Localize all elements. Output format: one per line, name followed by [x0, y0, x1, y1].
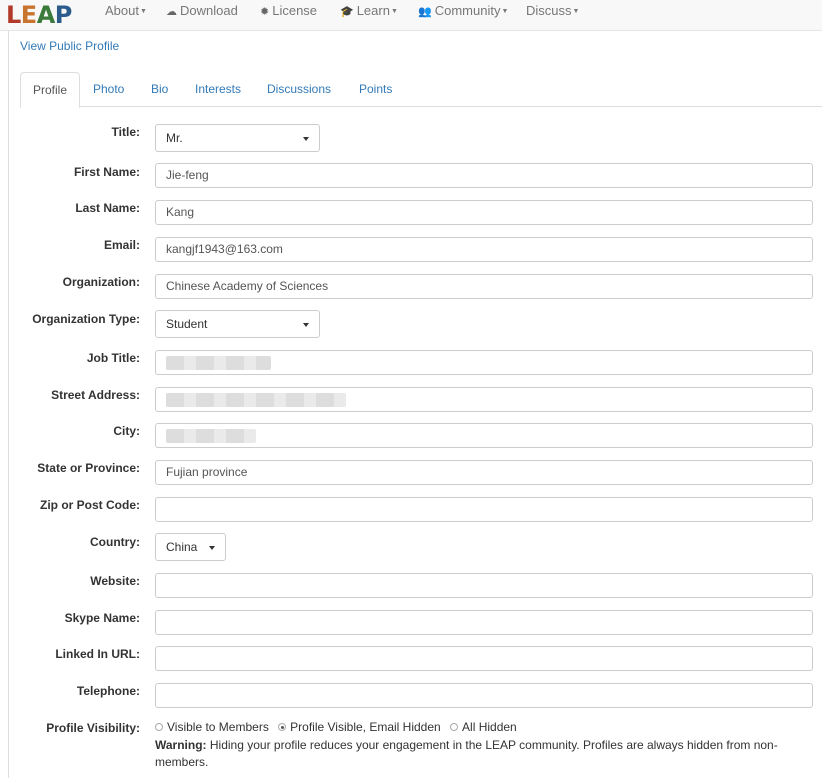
job-title-input[interactable]: [155, 350, 813, 375]
title-select-value: Mr.: [166, 131, 183, 145]
skype-input[interactable]: [155, 610, 813, 635]
telephone-label: Telephone:: [76, 684, 140, 698]
first-name-input[interactable]: Jie-feng: [155, 163, 813, 188]
tab-profile[interactable]: Profile: [20, 72, 81, 108]
visibility-option-members[interactable]: Visible to Members: [155, 720, 269, 734]
zip-label: Zip or Post Code:: [40, 498, 140, 512]
graduation-cap-icon: 🎓: [340, 6, 354, 18]
top-navbar: LEAP About▼ ☁ Download ✹ License 🎓 Learn▼ 👥…: [0, 0, 822, 31]
country-select-value: China: [166, 540, 198, 554]
street-address-label: Street Address:: [51, 388, 140, 402]
job-title-label: Job Title:: [86, 351, 140, 365]
zip-input[interactable]: [155, 497, 813, 522]
email-label: Email:: [103, 238, 140, 252]
nav-community[interactable]: 👥 Community▼: [418, 3, 508, 20]
title-select[interactable]: Mr.: [155, 124, 320, 152]
tab-interests[interactable]: Interests: [183, 72, 253, 107]
state-label: State or Province:: [37, 461, 140, 475]
linkedin-label: Linked In URL:: [55, 647, 140, 661]
visibility-option-all-hidden[interactable]: All Hidden: [450, 720, 517, 734]
skype-label: Skype Name:: [64, 611, 140, 625]
caret-down-icon: ▼: [139, 8, 147, 15]
radio-checked-icon: [278, 723, 287, 731]
website-input[interactable]: [155, 573, 813, 598]
profile-tabs: Profile Photo Bio Interests Discussions …: [20, 72, 822, 108]
logo-letter: P: [54, 1, 73, 29]
leap-logo[interactable]: LEAP: [6, 2, 72, 28]
logo-letter: E: [20, 1, 37, 29]
tab-discussions[interactable]: Discussions: [255, 72, 343, 107]
caret-down-icon: [209, 546, 215, 550]
website-label: Website:: [90, 574, 140, 588]
visibility-option-label: All Hidden: [462, 720, 517, 734]
content-left-border: [8, 31, 9, 778]
nav-license[interactable]: ✹ License: [260, 3, 317, 20]
nav-discuss[interactable]: Discuss▼: [526, 3, 579, 20]
nav-download-label: Download: [180, 3, 238, 18]
logo-letter: L: [6, 1, 21, 29]
title-label: Title:: [111, 125, 140, 139]
organization-type-select[interactable]: Student: [155, 310, 320, 338]
radio-icon: [450, 723, 459, 731]
redacted-text: [166, 355, 271, 370]
street-address-input[interactable]: [155, 387, 813, 412]
nav-license-label: License: [272, 3, 318, 18]
warning-title: Warning:: [155, 738, 207, 752]
logo-letter: A: [36, 1, 56, 29]
last-name-input[interactable]: Kang: [155, 200, 813, 225]
organization-type-label: Organization Type:: [32, 312, 140, 326]
nav-download[interactable]: ☁ Download: [166, 3, 238, 20]
profile-visibility-label: Profile Visibility:: [46, 721, 140, 735]
redacted-text: [166, 428, 256, 443]
linkedin-input[interactable]: [155, 646, 813, 671]
nav-learn[interactable]: 🎓 Learn▼: [340, 3, 398, 20]
visibility-option-label: Visible to Members: [167, 720, 269, 734]
tab-points[interactable]: Points: [347, 72, 404, 107]
telephone-input[interactable]: [155, 683, 813, 708]
caret-down-icon: ▼: [501, 8, 509, 15]
organization-type-value: Student: [166, 317, 208, 331]
nav-community-label: Community: [434, 3, 501, 18]
city-label: City:: [113, 424, 140, 438]
city-input[interactable]: [155, 423, 813, 448]
nav-discuss-label: Discuss: [526, 3, 572, 18]
country-label: Country:: [90, 535, 140, 549]
radio-icon: [155, 723, 163, 731]
view-public-profile-link[interactable]: View Public Profile: [20, 39, 119, 53]
users-icon: 👥: [418, 6, 432, 18]
tab-photo[interactable]: Photo: [81, 72, 136, 107]
country-select[interactable]: China: [155, 533, 226, 561]
email-input[interactable]: kangjf1943@163.com: [155, 237, 813, 262]
visibility-warning: Warning: Hiding your profile reduces you…: [155, 737, 805, 771]
redacted-text: [166, 392, 346, 407]
state-input[interactable]: Fujian province: [155, 460, 813, 485]
organization-input[interactable]: Chinese Academy of Sciences: [155, 274, 813, 299]
caret-down-icon: ▼: [572, 8, 580, 15]
nav-about-label: About: [105, 3, 139, 18]
last-name-label: Last Name:: [75, 201, 140, 215]
certificate-icon: ✹: [260, 6, 270, 18]
cloud-download-icon: ☁: [166, 6, 177, 18]
organization-label: Organization:: [62, 275, 140, 289]
tab-bio[interactable]: Bio: [139, 72, 180, 107]
visibility-option-label: Profile Visible, Email Hidden: [290, 720, 441, 734]
first-name-label: First Name:: [73, 165, 140, 179]
caret-down-icon: ▼: [390, 8, 398, 15]
warning-text: Hiding your profile reduces your engagem…: [155, 738, 778, 769]
nav-about[interactable]: About▼: [105, 3, 147, 20]
caret-down-icon: [303, 137, 309, 141]
profile-visibility-radio-group: Visible to Members Profile Visible, Emai…: [155, 720, 523, 734]
caret-down-icon: [303, 323, 309, 327]
visibility-option-email-hidden[interactable]: Profile Visible, Email Hidden: [278, 720, 441, 734]
nav-learn-label: Learn: [356, 3, 390, 18]
